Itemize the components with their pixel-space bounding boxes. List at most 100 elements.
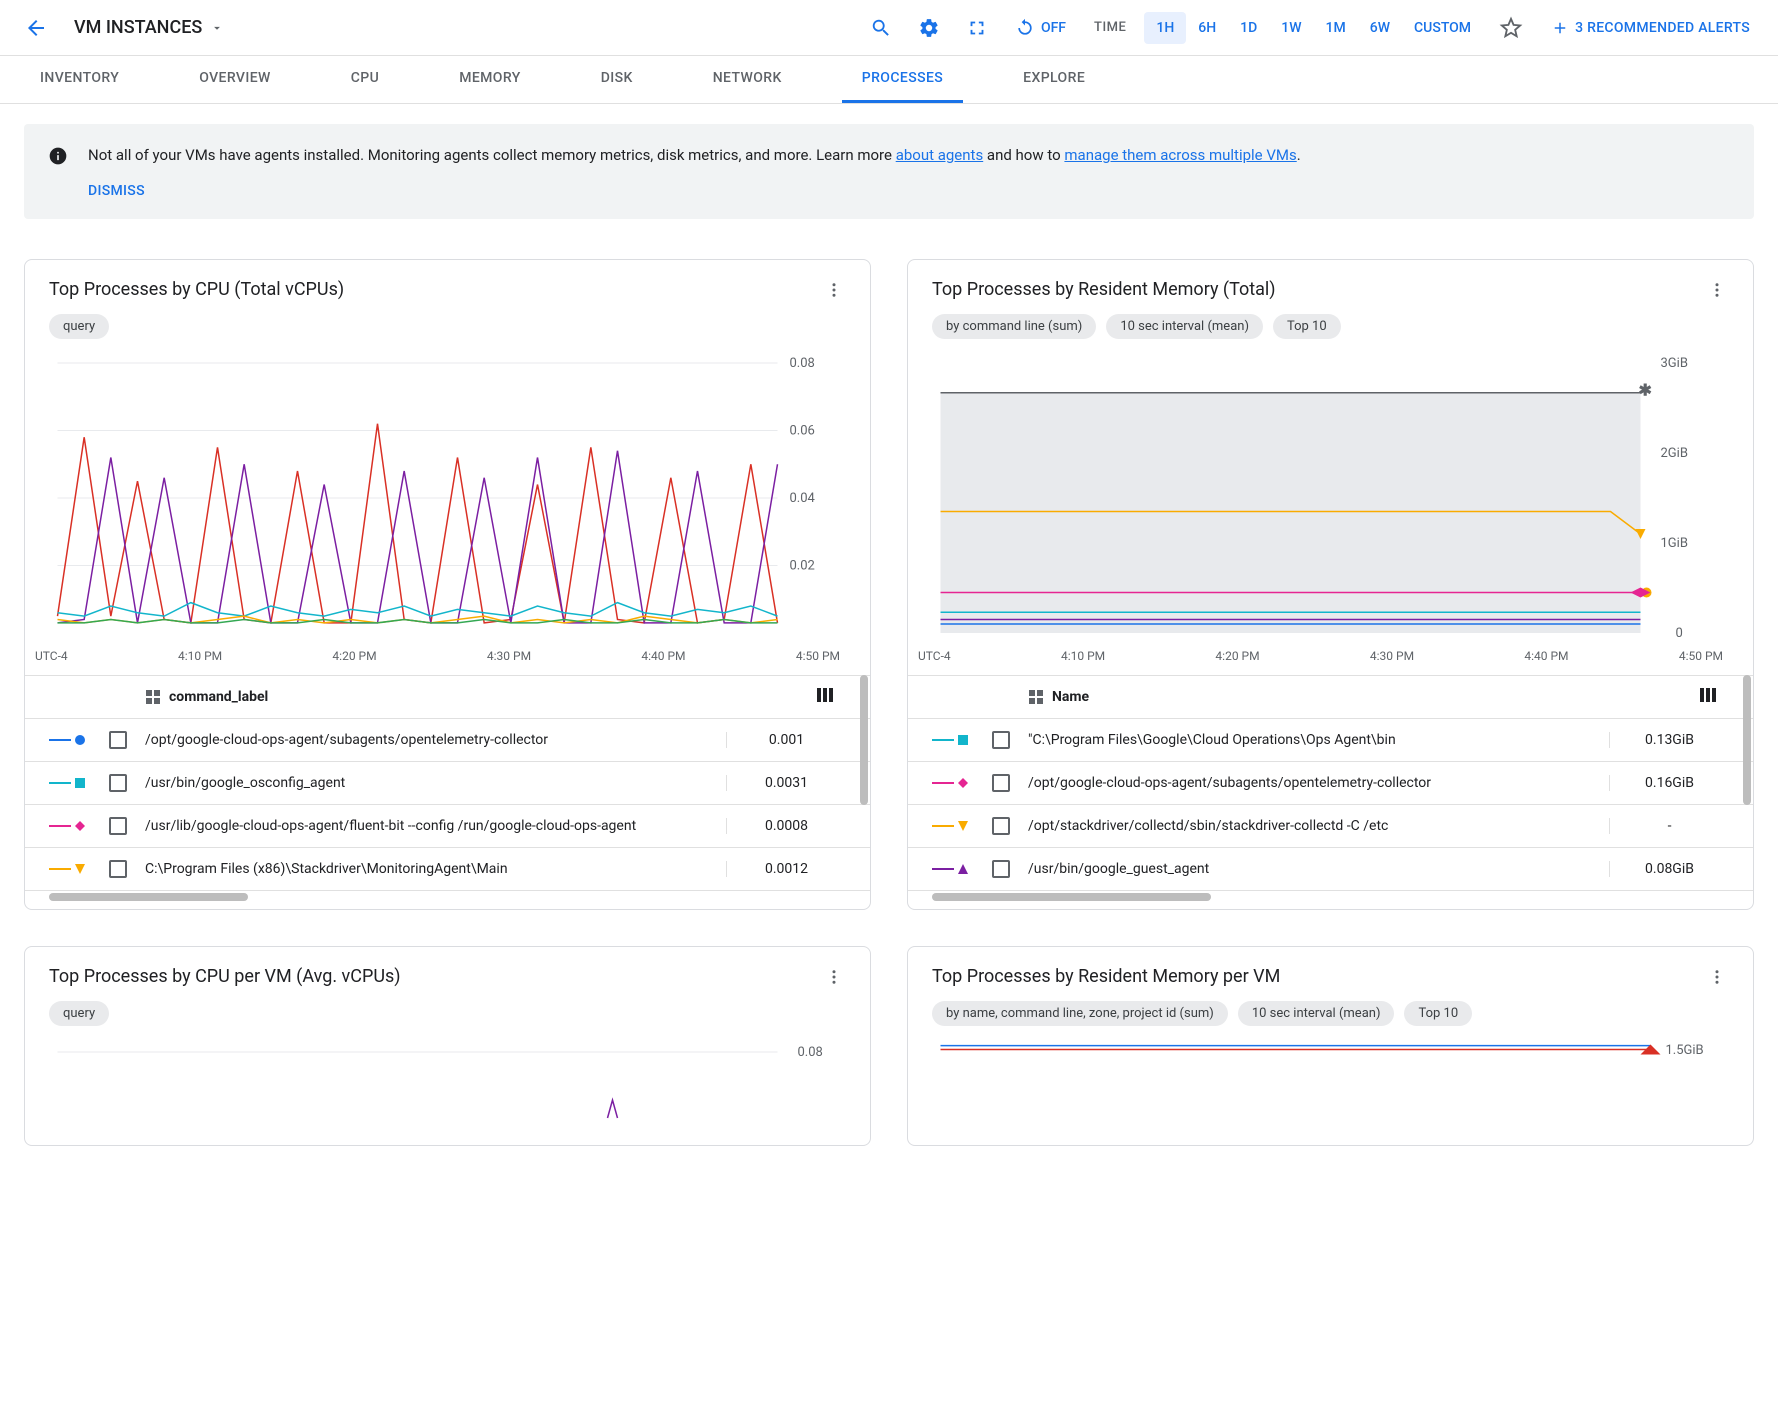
time-range-1d[interactable]: 1D: [1228, 12, 1269, 44]
row-name: /opt/google-cloud-ops-agent/subagents/op…: [1028, 775, 1609, 791]
card-cpu-pervm: Top Processes by CPU per VM (Avg. vCPUs)…: [24, 946, 871, 1146]
breakdown-icon[interactable]: [145, 689, 169, 705]
tab-memory[interactable]: MEMORY: [439, 56, 540, 103]
row-name: /opt/google-cloud-ops-agent/subagents/op…: [145, 732, 726, 748]
tab-network[interactable]: NETWORK: [693, 56, 802, 103]
more-icon[interactable]: [1705, 278, 1729, 302]
col-header-name[interactable]: Name: [1052, 689, 1699, 705]
timezone-label: UTC-4: [918, 649, 951, 663]
rec-alerts-label: 3 RECOMMENDED ALERTS: [1575, 20, 1750, 36]
timezone-label: UTC-4: [35, 649, 68, 663]
svg-text:1.5GiB: 1.5GiB: [1666, 1043, 1704, 1058]
chip[interactable]: Top 10: [1404, 1001, 1472, 1026]
row-value: 0.001: [726, 732, 846, 748]
checkbox[interactable]: [109, 731, 127, 749]
chart-cpu-total[interactable]: 0.020.040.060.08: [25, 353, 870, 643]
tab-inventory[interactable]: INVENTORY: [20, 56, 139, 103]
time-range-group: 1H6H1D1W1M6WCUSTOM: [1144, 12, 1483, 44]
row-name: /usr/bin/google_guest_agent: [1028, 861, 1609, 877]
back-button[interactable]: [16, 8, 56, 48]
checkbox[interactable]: [109, 774, 127, 792]
chart-mem-total[interactable]: ✱1GiB2GiB3GiB0: [908, 353, 1753, 643]
card-title: Top Processes by CPU per VM (Avg. vCPUs): [49, 966, 810, 987]
chart-cpu-pervm[interactable]: 0.08: [25, 1040, 870, 1124]
page-title-dropdown[interactable]: VM INSTANCES: [64, 11, 234, 44]
scrollbar-vertical[interactable]: [1743, 675, 1751, 805]
table-row[interactable]: /opt/stackdriver/collectd/sbin/stackdriv…: [908, 805, 1753, 848]
tab-disk[interactable]: DISK: [581, 56, 653, 103]
chip[interactable]: by command line (sum): [932, 314, 1096, 339]
scrollbar-vertical[interactable]: [860, 675, 868, 805]
chart-mem-pervm[interactable]: 1.5GiB: [908, 1040, 1753, 1104]
table-row[interactable]: /opt/google-cloud-ops-agent/subagents/op…: [908, 762, 1753, 805]
chip[interactable]: query: [49, 314, 109, 339]
table-row[interactable]: /usr/lib/google-cloud-ops-agent/fluent-b…: [25, 805, 870, 848]
columns-icon[interactable]: [1699, 686, 1729, 708]
table-row[interactable]: /usr/bin/google_guest_agent 0.08GiB: [908, 848, 1753, 891]
checkbox[interactable]: [109, 860, 127, 878]
scrollbar-horizontal[interactable]: [932, 893, 1729, 903]
chip[interactable]: Top 10: [1273, 314, 1341, 339]
dismiss-button[interactable]: DISMISS: [88, 183, 1730, 199]
breakdown-icon[interactable]: [1028, 689, 1052, 705]
more-icon[interactable]: [1705, 965, 1729, 989]
more-icon[interactable]: [822, 278, 846, 302]
chip[interactable]: 10 sec interval (mean): [1238, 1001, 1395, 1026]
checkbox[interactable]: [992, 860, 1010, 878]
time-range-custom[interactable]: CUSTOM: [1402, 12, 1483, 44]
checkbox[interactable]: [109, 817, 127, 835]
tab-overview[interactable]: OVERVIEW: [179, 56, 291, 103]
settings-icon[interactable]: [909, 8, 949, 48]
row-value: 0.16GiB: [1609, 775, 1729, 791]
info-banner: Not all of your VMs have agents installe…: [24, 124, 1754, 219]
time-range-6w[interactable]: 6W: [1358, 12, 1402, 44]
tab-explore[interactable]: EXPLORE: [1003, 56, 1105, 103]
banner-text: Not all of your VMs have agents installe…: [88, 144, 1730, 167]
x-tick: 4:10 PM: [178, 649, 222, 663]
table-header: command_label: [25, 675, 870, 719]
col-header-name[interactable]: command_label: [169, 689, 816, 705]
card-title: Top Processes by Resident Memory per VM: [932, 966, 1693, 987]
off-label: OFF: [1041, 20, 1066, 36]
svg-text:0.08: 0.08: [798, 1045, 823, 1060]
x-tick: 4:50 PM: [1679, 649, 1723, 663]
x-tick: 4:20 PM: [332, 649, 376, 663]
chip[interactable]: 10 sec interval (mean): [1106, 314, 1263, 339]
svg-text:0: 0: [1676, 626, 1683, 641]
chip[interactable]: by name, command line, zone, project id …: [932, 1001, 1228, 1026]
table-row[interactable]: "C:\Program Files\Google\Cloud Operation…: [908, 719, 1753, 762]
svg-text:0.04: 0.04: [790, 491, 816, 506]
table-row[interactable]: /opt/google-cloud-ops-agent/subagents/op…: [25, 719, 870, 762]
time-range-6h[interactable]: 6H: [1186, 12, 1228, 44]
checkbox[interactable]: [992, 731, 1010, 749]
tab-bar: INVENTORY OVERVIEW CPU MEMORY DISK NETWORK PRO…: [0, 56, 1778, 104]
favorite-icon[interactable]: [1491, 8, 1531, 48]
tab-cpu[interactable]: CPU: [331, 56, 399, 103]
row-name: "C:\Program Files\Google\Cloud Operation…: [1028, 732, 1609, 748]
svg-text:✱: ✱: [1639, 380, 1652, 399]
table-row[interactable]: C:\Program Files (x86)\Stackdriver\Monit…: [25, 848, 870, 891]
table-row[interactable]: /usr/bin/google_osconfig_agent 0.0031: [25, 762, 870, 805]
cards-grid: Top Processes by CPU (Total vCPUs) query…: [0, 239, 1778, 1166]
checkbox[interactable]: [992, 817, 1010, 835]
tab-processes[interactable]: PROCESSES: [842, 56, 963, 103]
time-label: TIME: [1084, 20, 1136, 35]
row-value: 0.0012: [726, 861, 846, 877]
time-range-1w[interactable]: 1W: [1269, 12, 1313, 44]
scrollbar-horizontal[interactable]: [49, 893, 846, 903]
fullscreen-icon[interactable]: [957, 8, 997, 48]
search-icon[interactable]: [861, 8, 901, 48]
columns-icon[interactable]: [816, 686, 846, 708]
time-range-1m[interactable]: 1M: [1314, 12, 1358, 44]
auto-refresh-toggle[interactable]: OFF: [1005, 12, 1076, 44]
more-icon[interactable]: [822, 965, 846, 989]
chip[interactable]: query: [49, 1001, 109, 1026]
row-value: 0.13GiB: [1609, 732, 1729, 748]
time-range-1h[interactable]: 1H: [1144, 12, 1186, 44]
checkbox[interactable]: [992, 774, 1010, 792]
about-agents-link[interactable]: about agents: [896, 146, 984, 164]
manage-vms-link[interactable]: manage them across multiple VMs: [1064, 146, 1296, 164]
row-value: -: [1609, 818, 1729, 834]
row-name: C:\Program Files (x86)\Stackdriver\Monit…: [145, 861, 726, 877]
recommended-alerts-button[interactable]: 3 RECOMMENDED ALERTS: [1539, 11, 1762, 45]
